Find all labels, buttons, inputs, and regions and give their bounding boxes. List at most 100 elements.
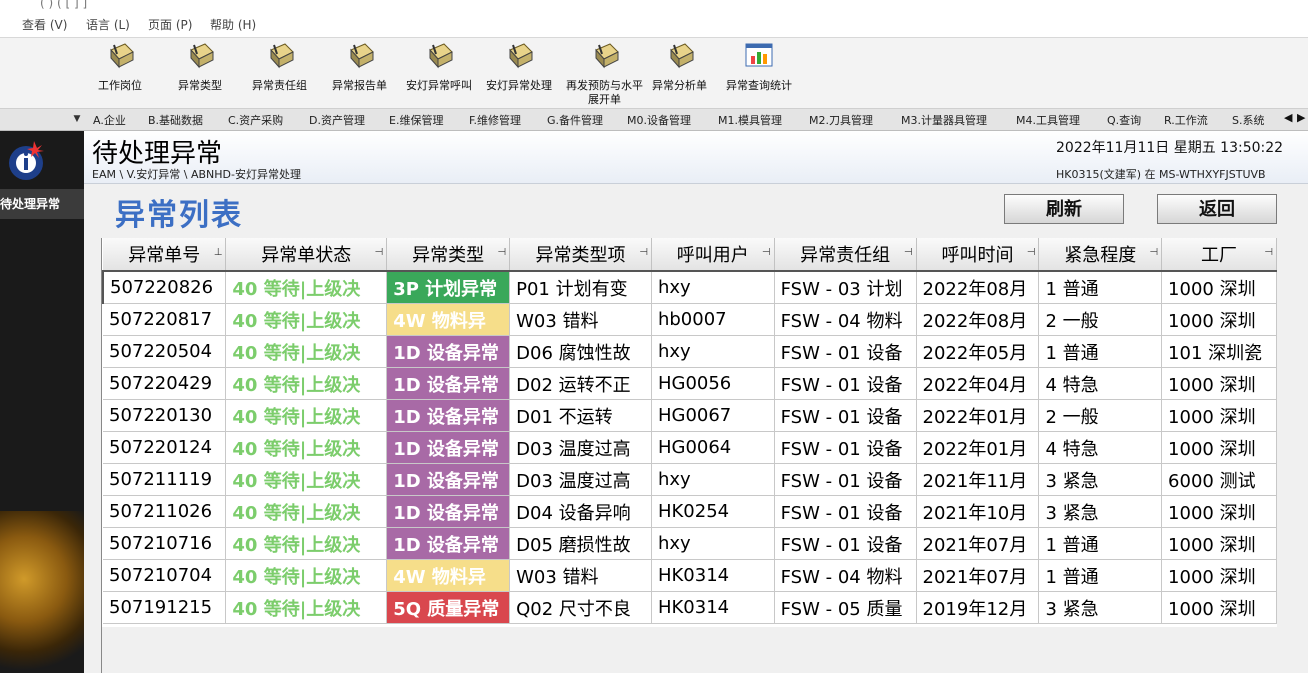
pin-icon[interactable]: ⊣	[904, 247, 913, 258]
tool-label: 异常查询统计	[726, 79, 792, 92]
table-cell: 101 深圳瓷	[1161, 335, 1277, 368]
tool-exception-resp-group-button[interactable]: 异常责任组	[252, 40, 307, 93]
table-row[interactable]: 507220817 40 等待|上级决 4W 物料异 W03 错料 hb0007 FSW …	[103, 303, 1277, 336]
column-header-label: 异常类型项	[535, 245, 626, 266]
table-cell: FSW - 04 物料	[774, 303, 917, 336]
tool-label: 异常类型	[178, 79, 222, 92]
list-title: 异常列表	[115, 198, 243, 233]
chart-icon	[745, 43, 773, 67]
table-cell: FSW - 01 设备	[774, 463, 917, 496]
module-tab[interactable]: B.基础数据	[148, 112, 203, 128]
module-tab[interactable]: M2.刀具管理	[809, 112, 873, 128]
table-cell: 2021年07月	[916, 559, 1040, 592]
menu-page[interactable]: 页面 (P)	[148, 16, 192, 33]
table-row[interactable]: 507191215 40 等待|上级决 5Q 质量异常 Q02 尺寸不良 HK0314 F…	[103, 591, 1277, 624]
table-cell: W03 错料	[509, 559, 652, 592]
tool-exception-analysis-button[interactable]: 异常分析单	[652, 40, 707, 93]
chevron-down-icon[interactable]: ▼	[70, 112, 84, 126]
pin-icon[interactable]: ⊣	[1027, 247, 1036, 258]
pin-icon[interactable]: ⊥	[214, 247, 223, 258]
column-header[interactable]: 异常单状态 ⊣	[225, 238, 388, 272]
user-info: HK0315(文建军) 在 MS-WTHXYFJSTUVB	[1056, 168, 1266, 181]
table-cell: 1000 深圳	[1161, 399, 1277, 432]
tool-work-position-button[interactable]: 工作岗位	[98, 40, 142, 93]
tool-label: 工作岗位	[98, 79, 142, 92]
table-cell: 507211119	[103, 463, 227, 496]
module-tab[interactable]: M3.计量器具管理	[901, 112, 987, 128]
pin-icon[interactable]: ⊣	[497, 247, 506, 258]
column-header[interactable]: 呼叫时间 ⊣	[916, 238, 1040, 272]
table-row[interactable]: 507210704 40 等待|上级决 4W 物料异 W03 错料 HK0314 FSW …	[103, 559, 1277, 592]
table-cell: FSW - 01 设备	[774, 495, 917, 528]
tool-exception-type-button[interactable]: 异常类型	[178, 40, 222, 93]
module-tab[interactable]: E.维保管理	[389, 112, 443, 128]
module-tab[interactable]: F.维修管理	[469, 112, 521, 128]
table-row[interactable]: 507220429 40 等待|上级决 1D 设备异常 D02 运转不正 HG0056 F…	[103, 367, 1277, 400]
table-cell: 507220124	[103, 431, 227, 464]
module-tab[interactable]: D.资产管理	[309, 112, 365, 128]
table-cell: FSW - 01 设备	[774, 335, 917, 368]
column-header[interactable]: 异常单号 ⊥	[103, 238, 227, 272]
column-header[interactable]: 工厂 ⊣	[1161, 238, 1277, 272]
table-cell: hxy	[651, 527, 775, 560]
module-tab[interactable]: M0.设备管理	[627, 112, 691, 128]
column-header-label: 异常责任组	[800, 245, 891, 266]
menu-help[interactable]: 帮助 (H)	[210, 16, 256, 33]
table-row[interactable]: 507211026 40 等待|上级决 1D 设备异常 D04 设备异响 HK0254 F…	[103, 495, 1277, 528]
table-cell: D05 磨损性故	[509, 527, 652, 560]
truncated-title: ( ) ( [ ] ]	[40, 0, 88, 10]
tool-exception-query-stats-button[interactable]: 异常查询统计	[726, 40, 792, 93]
chevron-left-icon[interactable]: ◀	[1284, 111, 1292, 124]
table-row[interactable]: 507220124 40 等待|上级决 1D 设备异常 D03 温度过高 HG0064 F…	[103, 431, 1277, 464]
table-cell: 40 等待|上级决	[225, 527, 388, 560]
pin-icon[interactable]: ⊣	[639, 247, 648, 258]
table-cell: 507220130	[103, 399, 227, 432]
module-tab[interactable]: M1.模具管理	[718, 112, 782, 128]
table-cell: D04 设备异响	[509, 495, 652, 528]
module-tab[interactable]: A.企业	[93, 112, 126, 128]
table-cell: 1 普通	[1038, 335, 1163, 368]
vertical-scrollbar[interactable]	[1297, 184, 1308, 673]
module-tab[interactable]: M4.工具管理	[1016, 112, 1080, 128]
back-button[interactable]: 返回	[1157, 194, 1277, 224]
table-cell: 40 等待|上级决	[225, 495, 388, 528]
column-header[interactable]: 紧急程度 ⊣	[1038, 238, 1163, 272]
menu-language[interactable]: 语言 (L)	[86, 16, 130, 33]
module-tab[interactable]: R.工作流	[1164, 112, 1208, 128]
tool-andon-handle-button[interactable]: 安灯异常处理	[486, 40, 552, 93]
column-header[interactable]: 呼叫用户 ⊣	[651, 238, 775, 272]
column-header[interactable]: 异常类型 ⊣	[386, 238, 511, 272]
box-icon	[190, 43, 214, 69]
chevron-right-icon[interactable]: ▶	[1297, 111, 1305, 124]
module-tab[interactable]: C.资产采购	[228, 112, 283, 128]
table-row[interactable]: 507220504 40 等待|上级决 1D 设备异常 D06 腐蚀性故 hxy FSW …	[103, 335, 1277, 368]
table-row[interactable]: 507210716 40 等待|上级决 1D 设备异常 D05 磨损性故 hxy FSW …	[103, 527, 1277, 560]
table-cell: 1000 深圳	[1161, 495, 1277, 528]
table-cell: 3 紧急	[1038, 495, 1163, 528]
exception-table: 异常单号 ⊥ 异常单状态 ⊣ 异常类型 ⊣ 异常类型项 ⊣ 呼叫用户 ⊣ 异常责任组 ⊣ 呼叫时间 ⊣ 紧急…	[101, 238, 1277, 673]
column-header-label: 异常单状态	[261, 245, 352, 266]
module-tab[interactable]: G.备件管理	[547, 112, 603, 128]
pin-icon[interactable]: ⊣	[374, 247, 383, 258]
table-cell: 1D 设备异常	[386, 431, 511, 464]
sidebar-item-pending-exception[interactable]: 待处理异常	[0, 189, 84, 219]
tool-recurrence-prevention-button[interactable]: 再发预防与水平 展开单	[566, 40, 643, 107]
refresh-button[interactable]: 刷新	[1004, 194, 1124, 224]
menu-view[interactable]: 查看 (V)	[22, 16, 67, 33]
pin-icon[interactable]: ⊣	[1264, 247, 1273, 258]
table-cell: 1D 设备异常	[386, 335, 511, 368]
module-bar: ▼ A.企业 B.基础数据 C.资产采购 D.资产管理 E.维保管理 F.维修管理 G.备件…	[0, 109, 1308, 131]
module-tab[interactable]: Q.查询	[1107, 112, 1141, 128]
column-header[interactable]: 异常类型项 ⊣	[509, 238, 652, 272]
module-tab[interactable]: S.系统	[1232, 112, 1264, 128]
table-row[interactable]: 507211119 40 等待|上级决 1D 设备异常 D03 温度过高 hxy FSW …	[103, 463, 1277, 496]
table-cell: HG0064	[651, 431, 775, 464]
tool-exception-report-button[interactable]: 异常报告单	[332, 40, 387, 93]
pin-icon[interactable]: ⊣	[762, 247, 771, 258]
column-header[interactable]: 异常责任组 ⊣	[774, 238, 917, 272]
table-cell: 2 一般	[1038, 399, 1163, 432]
tool-andon-call-button[interactable]: 安灯异常呼叫	[406, 40, 472, 93]
table-row[interactable]: 507220130 40 等待|上级决 1D 设备异常 D01 不运转 HG0067 FS…	[103, 399, 1277, 432]
table-row[interactable]: 507220826 40 等待|上级决 3P 计划异常 P01 计划有变 hxy FSW …	[102, 270, 1277, 304]
pin-icon[interactable]: ⊣	[1149, 247, 1158, 258]
